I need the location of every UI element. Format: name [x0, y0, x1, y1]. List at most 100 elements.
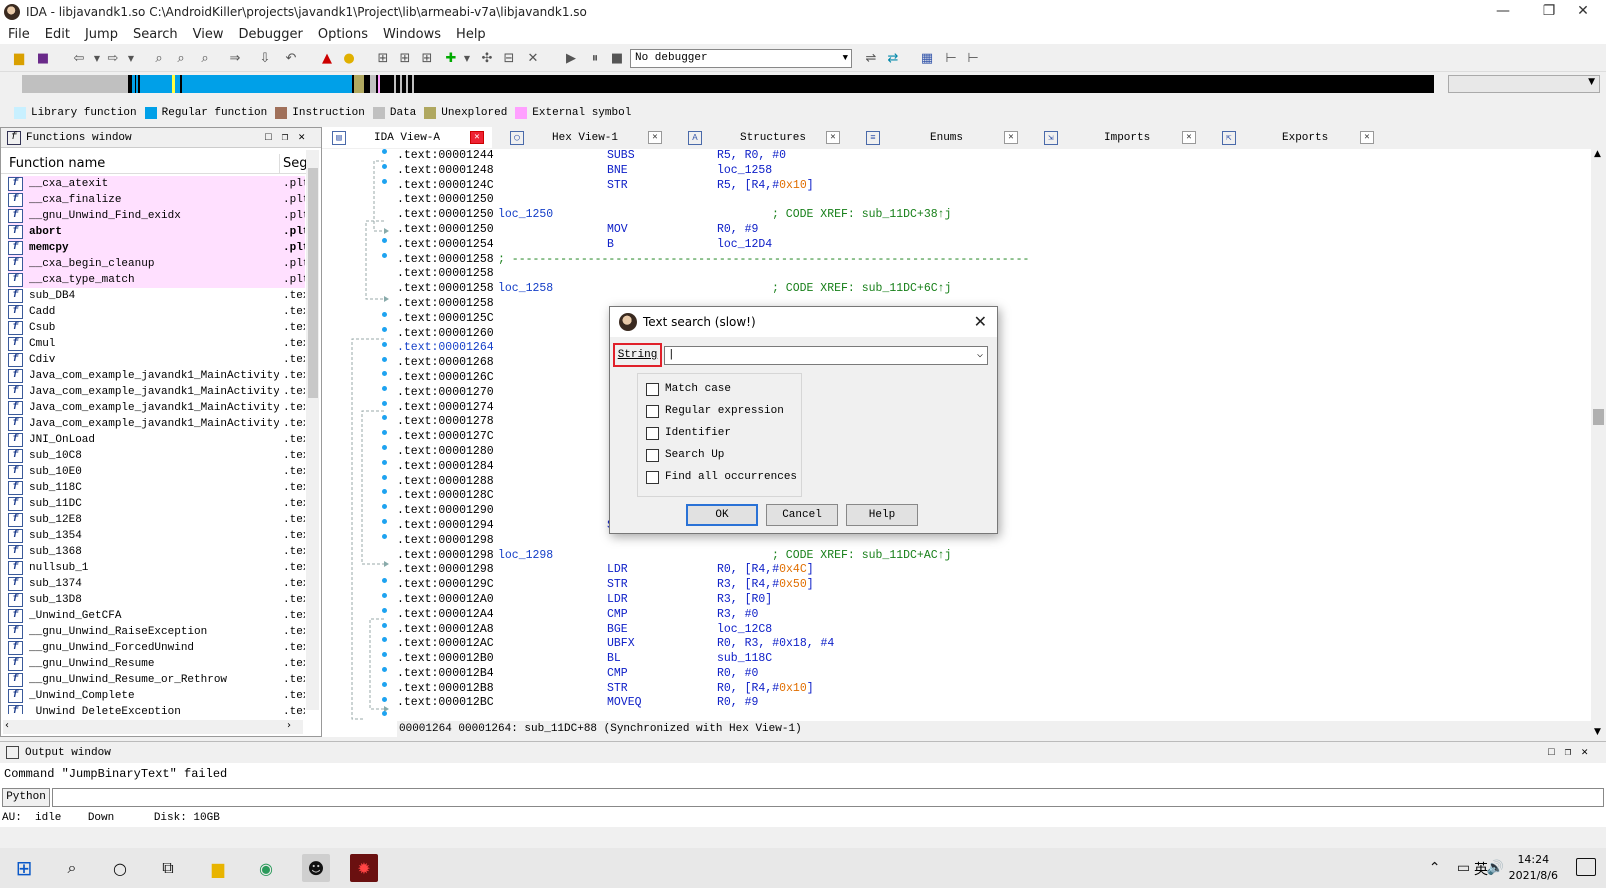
- function-list-item[interactable]: f __cxa_begin_cleanup .plt: [8, 256, 305, 272]
- search-binary-icon[interactable]: ⌕: [172, 49, 190, 67]
- warning-icon[interactable]: ▲: [318, 49, 336, 67]
- disassembly-line[interactable]: .text:00001244 SUBS R5, R0, #0: [397, 149, 1591, 164]
- minimize-button[interactable]: —: [1480, 0, 1526, 24]
- checkbox-box[interactable]: [646, 448, 659, 462]
- search-string-input[interactable]: | ⌵: [664, 346, 988, 365]
- python-command-input[interactable]: [52, 788, 1604, 807]
- tab-ida-view-a[interactable]: ▤ IDA View-A ✕: [322, 127, 492, 148]
- disassembly-line[interactable]: .text:00001250 loc_1250 ; CODE XREF: sub_1…: [397, 208, 1591, 223]
- scroll-left-icon[interactable]: ‹: [5, 720, 9, 731]
- cortana-icon[interactable]: ○: [106, 854, 134, 882]
- function-list-item[interactable]: f Java_com_example_javandk1_MainActivity……: [8, 384, 305, 400]
- function-list-item[interactable]: f __cxa_finalize .plt: [8, 192, 305, 208]
- disassembly-line[interactable]: .text:000012B8 STR R0, [R4,#0x10]: [397, 682, 1591, 697]
- call-graph-icon[interactable]: ⊢: [942, 49, 960, 67]
- function-list-item[interactable]: f sub_1354 .tex: [8, 528, 305, 544]
- tab-hex-view-1[interactable]: ◯ Hex View-1 ✕: [500, 127, 670, 148]
- function-list-item[interactable]: f Java_com_example_javandk1_MainActivity……: [8, 368, 305, 384]
- help-button[interactable]: Help: [846, 504, 918, 526]
- menu-windows[interactable]: Windows: [383, 27, 441, 42]
- forward-dropdown-icon[interactable]: ▼: [122, 49, 140, 67]
- search-next-icon[interactable]: ⇒: [226, 49, 244, 67]
- disassembly-line[interactable]: .text:00001248 BNE loc_1258: [397, 164, 1591, 179]
- functions-hscrollbar[interactable]: ‹ ›: [3, 720, 303, 734]
- breakpoint-icon[interactable]: ⊢: [964, 49, 982, 67]
- attach-icon[interactable]: ⇌: [862, 49, 880, 67]
- forward-icon[interactable]: ⇨: [104, 49, 122, 67]
- match-case-checkbox[interactable]: Match case: [646, 381, 731, 397]
- disassembly-line[interactable]: .text:0000129C STR R3, [R4,#0x50]: [397, 578, 1591, 593]
- function-list-item[interactable]: f sub_13D8 .tex: [8, 592, 305, 608]
- functions-window-controls[interactable]: □❐✕: [265, 130, 315, 144]
- system-tray[interactable]: ⌃ ▭ 🔊: [1429, 860, 1510, 876]
- close-icon[interactable]: ✕: [1360, 131, 1374, 144]
- checkbox-box[interactable]: [646, 404, 659, 418]
- notification-icon[interactable]: [1576, 858, 1596, 876]
- disassembly-line[interactable]: .text:000012B0 BL sub_118C: [397, 652, 1591, 667]
- idea-icon[interactable]: ●: [340, 49, 358, 67]
- struct-icon[interactable]: ✣: [478, 49, 496, 67]
- menu-file[interactable]: File: [8, 27, 30, 42]
- back-icon[interactable]: ⇦: [70, 49, 88, 67]
- function-icon[interactable]: ⊞: [418, 49, 436, 67]
- menu-jump[interactable]: Jump: [85, 27, 118, 42]
- file-explorer-icon[interactable]: ▆: [204, 854, 232, 882]
- disassembly-line[interactable]: .text:00001298: [397, 534, 1591, 549]
- functions-scrollbar[interactable]: [306, 150, 319, 710]
- app-taskbar-icon[interactable]: ✹: [350, 854, 378, 882]
- search-up-checkbox[interactable]: Search Up: [646, 447, 724, 463]
- segment-selector[interactable]: ▼: [1448, 75, 1600, 93]
- menu-search[interactable]: Search: [133, 27, 178, 42]
- ok-button[interactable]: OK: [686, 504, 758, 526]
- function-list-item[interactable]: f Java_com_example_javandk1_MainActivity……: [8, 400, 305, 416]
- function-list-item[interactable]: fmemcpy .plt: [8, 240, 305, 256]
- function-list-item[interactable]: f __gnu_Unwind_Find_exidx .plt: [8, 208, 305, 224]
- tab-imports[interactable]: ⇲ Imports ✕: [1034, 127, 1204, 148]
- clock[interactable]: 14:24 2021/8/6: [1509, 852, 1558, 884]
- regex-checkbox[interactable]: Regular expression: [646, 403, 784, 419]
- disassembly-line[interactable]: .text:00001258 ; ------------------------…: [397, 253, 1591, 268]
- python-button[interactable]: Python: [2, 788, 50, 807]
- search-text-icon[interactable]: ⌕: [150, 49, 168, 67]
- output-window-controls[interactable]: □❐✕: [1548, 745, 1598, 759]
- function-list-item[interactable]: f sub_10E0 .tex: [8, 464, 305, 480]
- function-list-item[interactable]: f __gnu_Unwind_RaiseException .tex: [8, 624, 305, 640]
- disassembly-line[interactable]: .text:0000124C STR R5, [R4,#0x10]: [397, 179, 1591, 194]
- function-list-item[interactable]: f sub_1374 .tex: [8, 576, 305, 592]
- disassembly-line[interactable]: .text:000012AC UBFX R0, R3, #0x18, #4: [397, 637, 1591, 652]
- task-view-icon[interactable]: ⧉: [154, 854, 182, 882]
- scrollbar-thumb[interactable]: [1593, 409, 1604, 425]
- close-icon[interactable]: ✕: [470, 131, 484, 144]
- save-icon[interactable]: ■: [34, 49, 52, 67]
- function-list-item[interactable]: f __gnu_Unwind_ForcedUnwind .tex: [8, 640, 305, 656]
- ime-indicator[interactable]: 英: [1474, 859, 1488, 879]
- function-list-item[interactable]: f sub_10C8 .tex: [8, 448, 305, 464]
- disassembly-line[interactable]: .text:00001258: [397, 267, 1591, 282]
- cancel-button[interactable]: Cancel: [766, 504, 838, 526]
- menu-edit[interactable]: Edit: [45, 27, 70, 42]
- function-list-item[interactable]: f _Unwind_DeleteException .tex: [8, 704, 305, 714]
- function-list-item[interactable]: f Cmul .tex: [8, 336, 305, 352]
- chevron-down-icon[interactable]: ⌵: [977, 347, 983, 364]
- android-killer-icon[interactable]: ◉: [252, 854, 280, 882]
- menu-options[interactable]: Options: [318, 27, 368, 42]
- ida-taskbar-icon[interactable]: ☻: [302, 854, 330, 882]
- start-debug-icon[interactable]: ▶: [562, 49, 580, 67]
- debugger-select[interactable]: No debugger ▼: [630, 49, 852, 68]
- function-list-item[interactable]: f sub_DB4 .tex: [8, 288, 305, 304]
- tab-enums[interactable]: ≡ Enums ✕: [856, 127, 1026, 148]
- array-icon[interactable]: ⊟: [500, 49, 518, 67]
- function-list-item[interactable]: f sub_118C .tex: [8, 480, 305, 496]
- function-list-item[interactable]: f Cadd .tex: [8, 304, 305, 320]
- function-list-item[interactable]: f Csub .tex: [8, 320, 305, 336]
- add-dropdown-icon[interactable]: ▼: [458, 49, 476, 67]
- disassembly-line[interactable]: .text:00001258 loc_1258 ; CODE XREF: sub_1…: [397, 282, 1591, 297]
- checkbox-box[interactable]: [646, 470, 659, 484]
- disassembly-line[interactable]: .text:00001250: [397, 193, 1591, 208]
- disassembly-line[interactable]: .text:00001250 MOV R0, #9: [397, 223, 1591, 238]
- navigation-band[interactable]: ▼: [0, 73, 1606, 96]
- find-all-checkbox[interactable]: Find all occurrences: [646, 469, 797, 485]
- close-button[interactable]: ✕: [1560, 0, 1606, 24]
- column-segment[interactable]: Seg: [279, 154, 308, 174]
- search-icon[interactable]: ⌕: [58, 854, 86, 882]
